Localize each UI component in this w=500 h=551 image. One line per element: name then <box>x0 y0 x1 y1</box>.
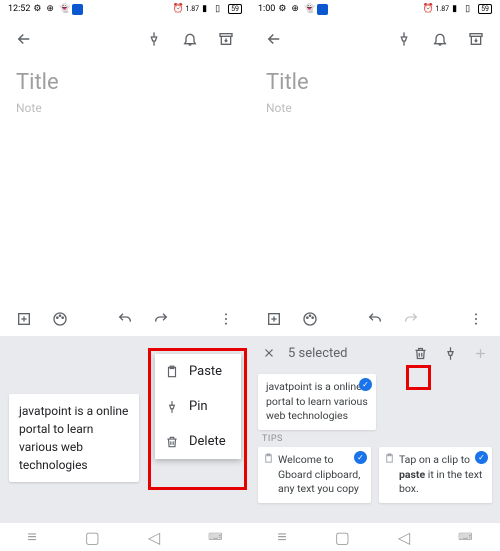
selection-count: 5 selected <box>288 346 347 361</box>
app-bar <box>0 18 250 60</box>
pin-button[interactable] <box>140 25 168 53</box>
clip-text: javatpoint is a online portal to learn v… <box>266 380 368 422</box>
note-input[interactable]: Note <box>266 101 484 115</box>
clipboard-item[interactable]: javatpoint is a online portal to learn v… <box>9 394 139 482</box>
clock: 1:00 <box>258 4 275 14</box>
nav-keyboard[interactable]: ⌨ <box>458 532 472 543</box>
reminder-button[interactable] <box>176 25 204 53</box>
status-bar: 12:52 ⚙ ⊕ 👻 ⏰ 1.87 ▮ ▯ 59 <box>0 0 250 18</box>
signal-icon: ▯ <box>465 4 475 14</box>
nav-back[interactable]: ◁ <box>398 528 410 547</box>
signal-icon: ▮ <box>452 4 462 14</box>
nav-recents[interactable]: ≡ <box>277 527 286 547</box>
nav-recents[interactable]: ≡ <box>27 527 36 547</box>
clipboard-item[interactable]: javatpoint is a online portal to learn v… <box>258 374 376 430</box>
bottom-toolbar <box>250 302 500 336</box>
signal-icon: ▮ <box>202 4 212 14</box>
note-editor: Title Note <box>250 60 500 117</box>
selection-bar: 5 selected <box>250 336 500 370</box>
signal-icon: ▯ <box>215 4 225 14</box>
bottom-toolbar <box>0 302 250 336</box>
selected-badge-icon <box>354 451 367 464</box>
clipboard-panel: javatpoint is a online portal to learn v… <box>0 336 250 523</box>
title-input[interactable]: Title <box>266 70 484 95</box>
selected-badge-icon <box>475 451 488 464</box>
title-input[interactable]: Title <box>16 70 234 95</box>
back-button[interactable] <box>10 25 38 53</box>
pin-button[interactable] <box>390 25 418 53</box>
clip-text: javatpoint is a online portal to learn v… <box>19 404 128 472</box>
more-button[interactable] <box>462 305 490 333</box>
palette-button[interactable] <box>46 305 74 333</box>
battery-icon: 59 <box>228 4 242 14</box>
nav-keyboard[interactable]: ⌨ <box>208 532 222 543</box>
reminder-button[interactable] <box>426 25 454 53</box>
redo-button[interactable] <box>147 305 175 333</box>
nav-home[interactable]: ▢ <box>85 528 100 547</box>
add-clip-button[interactable] <box>470 343 490 363</box>
net-icon: 1.87 <box>435 5 449 13</box>
clipboard-icon <box>384 453 396 465</box>
more-button[interactable] <box>212 305 240 333</box>
battery-icon: 59 <box>478 4 492 14</box>
archive-button[interactable] <box>462 25 490 53</box>
gear-icon: ⚙ <box>33 4 43 14</box>
app-icon <box>72 4 83 15</box>
highlight-trash <box>406 365 431 390</box>
undo-button[interactable] <box>361 305 389 333</box>
tip-item[interactable]: Tap on a clip to paste it in the text bo… <box>379 447 492 503</box>
tips-label: TIPS <box>262 434 492 444</box>
nav-back[interactable]: ◁ <box>148 528 160 547</box>
nav-home[interactable]: ▢ <box>335 528 350 547</box>
archive-button[interactable] <box>212 25 240 53</box>
globe-icon: ⊕ <box>46 4 56 14</box>
status-bar: 1:00 ⚙ ⊕ 👻 ⏰ 1.87 ▮ ▯ 59 <box>250 0 500 18</box>
delete-selected-button[interactable] <box>410 343 430 363</box>
alarm-icon: ⏰ <box>422 4 432 14</box>
nav-bar: ≡ ▢ ◁ ⌨ <box>0 523 250 551</box>
palette-button[interactable] <box>296 305 324 333</box>
screen-right: 1:00 ⚙ ⊕ 👻 ⏰ 1.87 ▮ ▯ 59 Title Not <box>250 0 500 551</box>
alarm-icon: ⏰ <box>172 4 182 14</box>
clock: 12:52 <box>8 4 30 14</box>
note-input[interactable]: Note <box>16 101 234 115</box>
back-button[interactable] <box>260 25 288 53</box>
snap-icon: 👻 <box>304 4 314 14</box>
undo-button[interactable] <box>111 305 139 333</box>
app-icon <box>317 4 328 15</box>
close-selection-button[interactable] <box>260 344 278 362</box>
clipboard-panel: 5 selected javatpoint is a online portal… <box>250 336 500 523</box>
pin-selected-button[interactable] <box>440 343 460 363</box>
snap-icon: 👻 <box>59 4 69 14</box>
nav-bar: ≡ ▢ ◁ ⌨ <box>250 523 500 551</box>
tip-item[interactable]: Welcome to Gboard clipboard, any text yo… <box>258 447 371 503</box>
add-button[interactable] <box>260 305 288 333</box>
note-editor: Title Note <box>0 60 250 117</box>
gear-icon: ⚙ <box>278 4 288 14</box>
globe-icon: ⊕ <box>291 4 301 14</box>
clipboard-icon <box>263 453 275 465</box>
redo-button <box>397 305 425 333</box>
highlight-context-menu <box>148 348 247 490</box>
net-icon: 1.87 <box>185 5 199 13</box>
tip-text: Tap on a clip to paste it in the text bo… <box>399 453 482 495</box>
add-button[interactable] <box>10 305 38 333</box>
screen-left: 12:52 ⚙ ⊕ 👻 ⏰ 1.87 ▮ ▯ 59 Title No <box>0 0 250 551</box>
tip-text: Welcome to Gboard clipboard, any text yo… <box>278 453 360 495</box>
selected-badge-icon <box>359 378 372 391</box>
app-bar <box>250 18 500 60</box>
